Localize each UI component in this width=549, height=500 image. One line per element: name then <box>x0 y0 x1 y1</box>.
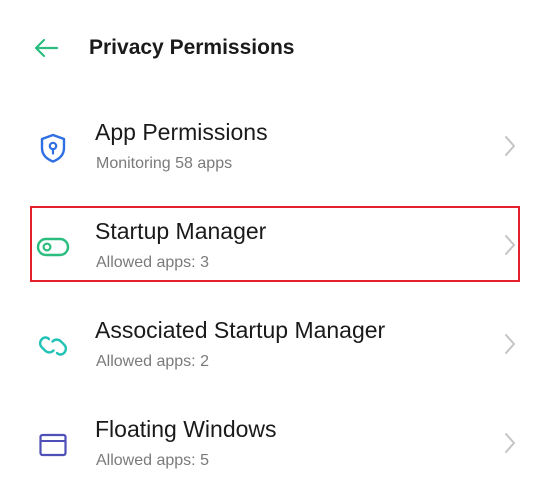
item-subtitle: Allowed apps: 5 <box>96 452 209 469</box>
chevron-right-icon <box>500 330 520 358</box>
chevron-right-icon <box>500 132 520 160</box>
list-item-associated-startup-manager[interactable]: Associated Startup Manager Allowed apps:… <box>0 302 549 401</box>
item-title: Startup Manager <box>95 218 267 244</box>
item-title: Floating Windows <box>95 416 277 442</box>
shield-icon <box>36 131 70 165</box>
list-item-floating-windows[interactable]: Floating Windows Allowed apps: 5 <box>0 401 549 500</box>
arrow-left-icon <box>34 38 59 58</box>
window-icon <box>36 428 70 462</box>
chevron-right-icon <box>500 429 520 457</box>
list-item-app-permissions[interactable]: App Permissions Monitoring 58 apps <box>0 104 549 203</box>
item-subtitle: Allowed apps: 3 <box>96 254 209 271</box>
item-title: Associated Startup Manager <box>95 317 386 343</box>
back-button[interactable] <box>28 30 64 66</box>
item-subtitle: Monitoring 58 apps <box>96 155 233 172</box>
chevron-right-icon <box>500 231 520 259</box>
toggle-icon <box>36 230 70 264</box>
page-title: Privacy Permissions <box>89 36 295 59</box>
list-item-startup-manager[interactable]: Startup Manager Allowed apps: 3 <box>0 203 549 302</box>
link-icon <box>36 329 70 363</box>
permissions-list: App Permissions Monitoring 58 apps Start… <box>0 104 549 500</box>
app-header: Privacy Permissions <box>0 0 549 96</box>
item-title: App Permissions <box>95 119 268 145</box>
item-subtitle: Allowed apps: 2 <box>96 353 209 370</box>
